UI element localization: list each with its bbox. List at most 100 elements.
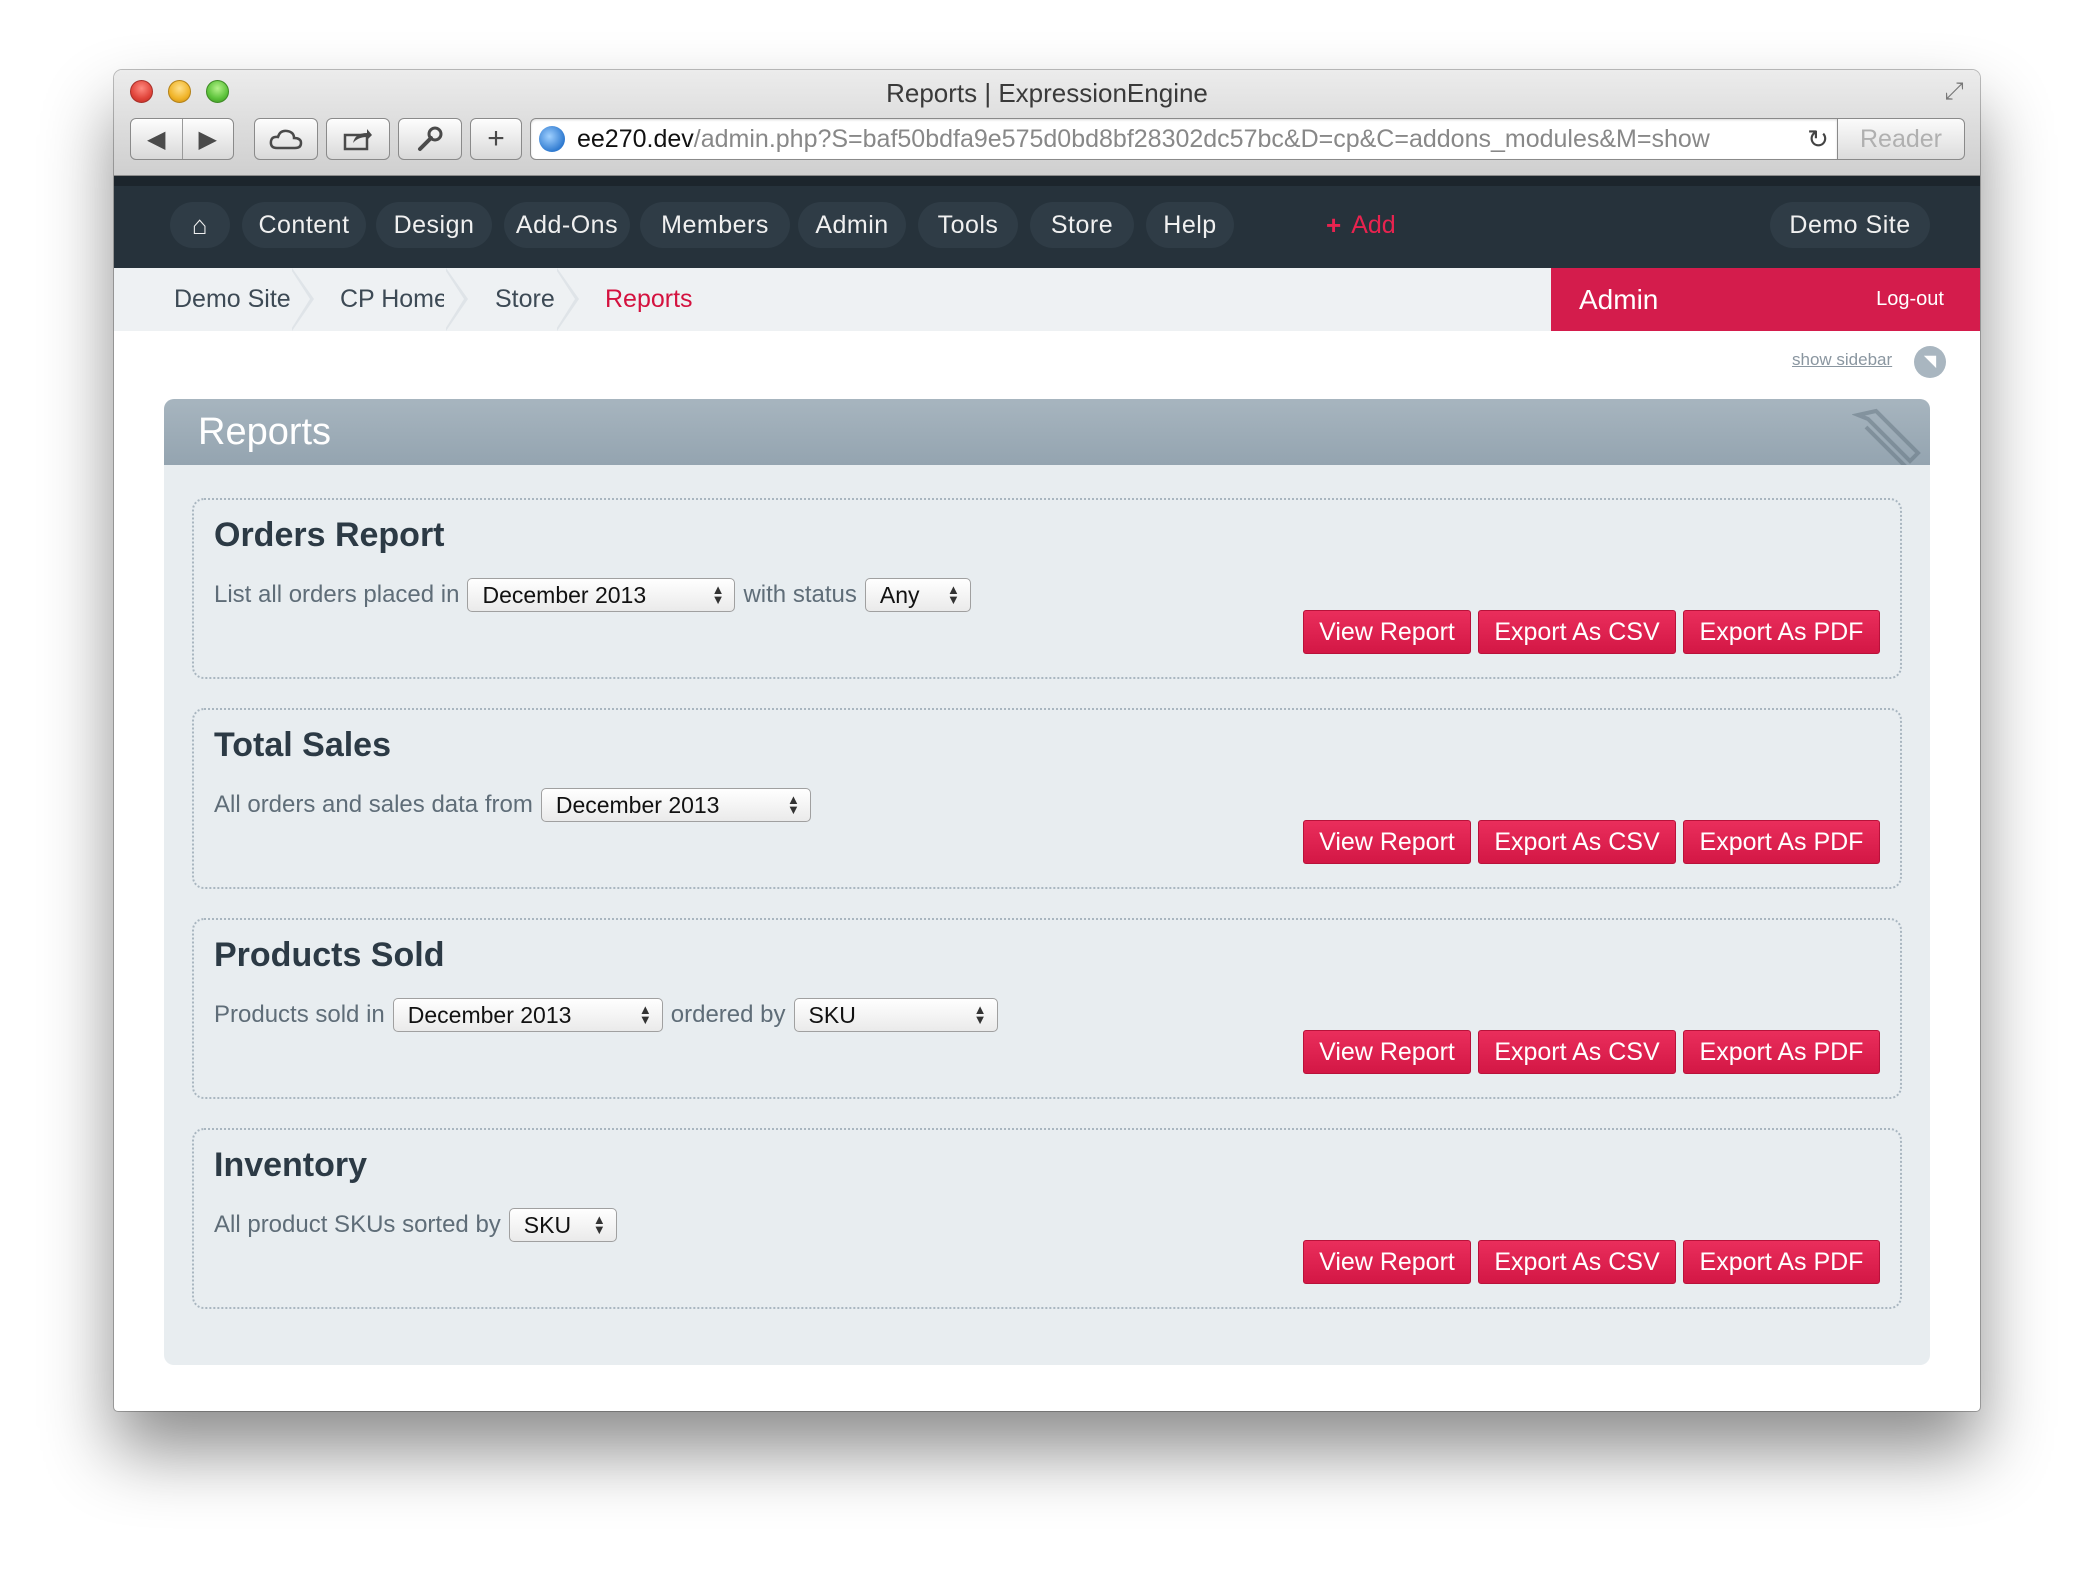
nav-store[interactable]: Store	[1030, 202, 1134, 248]
url-text[interactable]: ee270.dev/admin.php?S=baf50bdfa9e575d0bd…	[577, 125, 1799, 154]
report-description: List all orders placed in	[214, 581, 460, 608]
report-options: All orders and sales data from December …	[214, 788, 811, 822]
breadcrumb-separator	[444, 268, 490, 331]
report-title: Total Sales	[214, 726, 391, 764]
sidebar-toggle-icon[interactable]: ◥	[1914, 346, 1946, 378]
select-arrows-icon: ▲ ▼	[638, 1002, 652, 1027]
url-host: ee270.dev	[577, 124, 694, 153]
nav-help[interactable]: Help	[1146, 202, 1234, 248]
nav-content[interactable]: Content	[242, 202, 366, 248]
pencil-icon	[1852, 408, 1921, 465]
order-by-select-value: SKU	[808, 1001, 856, 1028]
plus-icon: +	[1326, 209, 1342, 240]
report-title: Products Sold	[214, 936, 445, 974]
window-title: Reports | ExpressionEngine	[886, 78, 1208, 108]
share-button[interactable]	[326, 118, 390, 160]
month-select[interactable]: December 2013 ▲ ▼	[467, 578, 736, 612]
breadcrumb-cp-home[interactable]: CP Home	[340, 268, 448, 331]
total-sales-card: Total Sales All orders and sales data fr…	[192, 708, 1902, 889]
export-pdf-button[interactable]: Export As PDF	[1683, 1030, 1880, 1074]
forward-icon[interactable]: ▶	[181, 119, 234, 159]
nav-admin[interactable]: Admin	[798, 202, 906, 248]
site-switcher[interactable]: Demo Site	[1770, 202, 1930, 248]
report-description: All product SKUs sorted by	[214, 1211, 501, 1238]
show-sidebar-link[interactable]: show sidebar	[1792, 350, 1892, 370]
icloud-tabs-button[interactable]	[254, 118, 318, 160]
address-bar[interactable]: ee270.dev/admin.php?S=baf50bdfa9e575d0bd…	[530, 118, 1838, 160]
nav-members[interactable]: Members	[640, 202, 790, 248]
products-sold-card: Products Sold Products sold in December …	[192, 918, 1902, 1099]
select-arrows-icon: ▲ ▼	[946, 582, 960, 607]
fullscreen-icon[interactable]: ⤢	[1940, 78, 1968, 106]
breadcrumb-reports: Reports	[605, 285, 693, 313]
month-select[interactable]: December 2013 ▲ ▼	[540, 788, 811, 822]
report-description: All orders and sales data from	[214, 791, 533, 818]
report-description-2: ordered by	[670, 1001, 786, 1028]
nav-design[interactable]: Design	[376, 202, 492, 248]
share-icon	[343, 129, 372, 151]
logout-link[interactable]: Log-out	[1876, 288, 1944, 311]
export-pdf-button[interactable]: Export As PDF	[1683, 820, 1880, 864]
view-report-button[interactable]: View Report	[1303, 1030, 1471, 1074]
report-actions: View Report Export As CSV Export As PDF	[1303, 610, 1880, 654]
select-arrows-icon: ▲ ▼	[786, 792, 800, 817]
browser-window: Reports | ExpressionEngine ⤢ ◀ ▶ + ee270…	[114, 70, 1980, 1411]
page-title: Reports	[198, 410, 332, 453]
reload-icon[interactable]: ↻	[1799, 124, 1837, 155]
tools-button[interactable]	[398, 118, 462, 160]
breadcrumb-separator	[290, 268, 336, 331]
select-arrows-icon: ▲ ▼	[711, 582, 725, 607]
admin-box: Admin Log-out	[1551, 268, 1980, 331]
quick-add-label: Add	[1351, 210, 1396, 239]
view-report-button[interactable]: View Report	[1303, 820, 1471, 864]
inventory-card: Inventory All product SKUs sorted by SKU…	[192, 1128, 1902, 1309]
plus-icon: +	[487, 122, 505, 155]
export-pdf-button[interactable]: Export As PDF	[1683, 610, 1880, 654]
export-csv-button[interactable]: Export As CSV	[1478, 1240, 1676, 1284]
export-csv-button[interactable]: Export As CSV	[1478, 820, 1676, 864]
nav-tools[interactable]: Tools	[918, 202, 1018, 248]
report-description-2: with status	[743, 581, 857, 608]
status-select[interactable]: Any ▲ ▼	[864, 578, 971, 612]
report-options: Products sold in December 2013 ▲ ▼ ordere…	[214, 998, 998, 1032]
export-pdf-button[interactable]: Export As PDF	[1683, 1240, 1880, 1284]
quick-add-button[interactable]: + Add	[1326, 202, 1396, 248]
report-description: Products sold in	[214, 1001, 385, 1028]
month-select-value: December 2013	[407, 1001, 572, 1028]
back-forward-buttons: ◀ ▶	[130, 118, 234, 160]
view-report-button[interactable]: View Report	[1303, 610, 1471, 654]
month-select[interactable]: December 2013 ▲ ▼	[392, 998, 663, 1032]
month-select-value: December 2013	[555, 791, 720, 818]
breadcrumb-store[interactable]: Store	[495, 268, 555, 331]
sort-by-select-value: SKU	[523, 1211, 572, 1238]
reader-button[interactable]: Reader	[1837, 118, 1965, 160]
wrench-icon	[418, 126, 443, 151]
new-tab-button[interactable]: +	[470, 118, 522, 160]
report-actions: View Report Export As CSV Export As PDF	[1303, 820, 1880, 864]
home-icon: ⌂	[191, 209, 209, 240]
url-path: /admin.php?S=baf50bdfa9e575d0bd8bf28302d…	[693, 124, 1710, 153]
back-icon[interactable]: ◀	[131, 119, 182, 159]
cloud-icon	[269, 129, 303, 150]
export-csv-button[interactable]: Export As CSV	[1478, 1030, 1676, 1074]
order-by-select[interactable]: SKU ▲ ▼	[793, 998, 998, 1032]
main-nav: ⌂ Content Design Add-Ons Members Admin T…	[114, 176, 1980, 268]
status-select-value: Any	[879, 581, 920, 608]
sort-by-select[interactable]: SKU ▲ ▼	[508, 1208, 617, 1242]
nav-add-ons[interactable]: Add-Ons	[504, 202, 630, 248]
report-options: List all orders placed in December 2013 …	[214, 578, 971, 612]
reports-panel: Reports Orders Report List all orders pl…	[164, 399, 1930, 1365]
export-csv-button[interactable]: Export As CSV	[1478, 610, 1676, 654]
report-title: Inventory	[214, 1146, 368, 1184]
orders-report-card: Orders Report List all orders placed in …	[192, 498, 1902, 679]
select-arrows-icon: ▲ ▼	[592, 1212, 606, 1237]
report-options: All product SKUs sorted by SKU ▲ ▼	[214, 1208, 617, 1242]
browser-toolbar: Reports | ExpressionEngine ⤢ ◀ ▶ + ee270…	[114, 70, 1980, 176]
select-arrows-icon: ▲ ▼	[973, 1002, 987, 1027]
home-button[interactable]: ⌂	[170, 202, 230, 248]
globe-icon	[539, 126, 565, 152]
month-select-value: December 2013	[482, 581, 647, 608]
admin-label[interactable]: Admin	[1579, 284, 1658, 316]
breadcrumb-demo-site[interactable]: Demo Site	[174, 268, 291, 331]
view-report-button[interactable]: View Report	[1303, 1240, 1471, 1284]
